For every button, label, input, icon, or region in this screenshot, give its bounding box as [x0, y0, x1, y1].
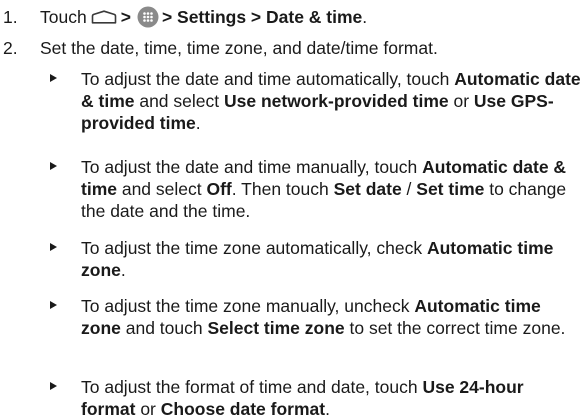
- step-2-text: Set the date, time, time zone, and date/…: [40, 38, 438, 58]
- list-item-text: To adjust the time zone manually, unchec…: [81, 296, 566, 338]
- list-item-text: To adjust the date and time automaticall…: [81, 69, 581, 133]
- bullet-triangle-icon: [50, 243, 57, 251]
- all-apps-icon: [137, 6, 159, 28]
- step-1-period: .: [362, 7, 368, 27]
- list-item-text: To adjust the format of time and date, t…: [81, 377, 524, 419]
- step-1-prefix: Touch: [40, 7, 87, 27]
- step-1-separator: >: [120, 7, 131, 27]
- step-number: 1.: [3, 7, 18, 27]
- step-number: 2.: [3, 38, 18, 58]
- step-1-path: > Settings > Date & time: [161, 7, 363, 27]
- step-1-text: Touch > > Settings > Date & time.: [40, 6, 367, 28]
- bullet-triangle-icon: [50, 301, 57, 309]
- list-item-text: To adjust the date and time manually, to…: [81, 157, 567, 221]
- bullet-triangle-icon: [50, 382, 57, 390]
- bullet-triangle-icon: [50, 74, 57, 82]
- bullet-triangle-icon: [50, 162, 57, 170]
- home-icon: [91, 10, 117, 24]
- step-1: 1. Touch > > Settings > Date & time.: [0, 6, 586, 30]
- list-item-text: To adjust the time zone automatically, c…: [81, 238, 554, 280]
- step-2: 2. Set the date, time, time zone, and da…: [0, 37, 586, 61]
